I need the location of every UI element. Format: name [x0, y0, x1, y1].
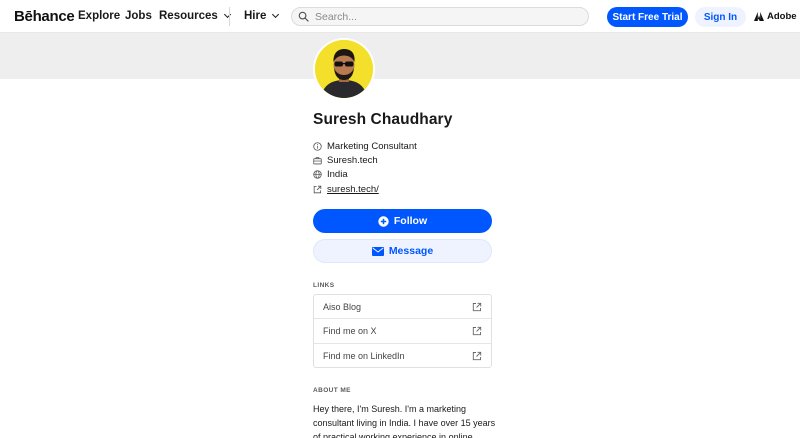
link-label: Find me on X [323, 325, 377, 336]
link-aiso-blog[interactable]: Aiso Blog [314, 295, 491, 320]
nav-resources[interactable]: Resources [159, 10, 231, 22]
follow-button[interactable]: Follow [313, 209, 492, 233]
external-link-icon [472, 351, 482, 360]
nav-explore-label: Explore [78, 10, 121, 22]
links-list: Aiso Blog Find me on X Find me on Linked… [313, 294, 492, 368]
top-navbar: Bēhance Explore Jobs Resources Hire Star… [0, 0, 800, 33]
website-link[interactable]: suresh.tech/ [327, 184, 379, 195]
adobe-link[interactable]: Adobe [754, 11, 797, 22]
location-row: India [313, 169, 348, 180]
about-text: Hey there, I'm Suresh. I'm a marketing c… [313, 404, 496, 438]
occupation-text: Marketing Consultant [327, 141, 417, 152]
external-link-icon [313, 185, 322, 194]
website-row: suresh.tech/ [313, 184, 379, 195]
message-button[interactable]: Message [313, 239, 492, 263]
avatar-image [315, 40, 373, 98]
location-text: India [327, 169, 348, 180]
nav-jobs[interactable]: Jobs [125, 10, 152, 22]
globe-icon [313, 170, 322, 179]
info-icon [313, 142, 322, 151]
adobe-logo-icon [754, 12, 764, 21]
profile-name: Suresh Chaudhary [313, 111, 453, 128]
company-text: Suresh.tech [327, 155, 378, 166]
link-label: Find me on LinkedIn [323, 350, 405, 361]
briefcase-icon [313, 157, 322, 165]
sign-in-button[interactable]: Sign In [695, 7, 746, 27]
nav-explore[interactable]: Explore [78, 10, 120, 22]
behance-logo[interactable]: Bēhance [14, 8, 75, 25]
external-link-icon [472, 302, 482, 311]
link-label: Aiso Blog [323, 301, 362, 312]
nav-resources-label: Resources [159, 10, 218, 22]
link-find-me-on-linkedin[interactable]: Find me on LinkedIn [314, 344, 491, 368]
company-row: Suresh.tech [313, 155, 378, 166]
nav-jobs-label: Jobs [125, 10, 152, 22]
links-heading: LINKS [313, 282, 335, 289]
envelope-icon [371, 246, 384, 256]
start-free-trial-button[interactable]: Start Free Trial [607, 7, 688, 27]
occupation-row: Marketing Consultant [313, 141, 417, 152]
about-heading: ABOUT ME [313, 387, 351, 394]
search-input[interactable] [315, 10, 575, 23]
link-find-me-on-x[interactable]: Find me on X [314, 319, 491, 344]
avatar[interactable] [313, 38, 375, 100]
search-icon [298, 11, 309, 22]
adobe-label: Adobe [767, 11, 797, 22]
message-label: Message [388, 245, 434, 257]
follow-label: Follow [393, 215, 428, 227]
nav-divider [229, 7, 230, 26]
plus-circle-icon [378, 215, 389, 227]
nav-hire-label: Hire [244, 10, 267, 22]
profile-banner [0, 33, 800, 79]
person-portrait-icon [315, 40, 373, 98]
external-link-icon [472, 326, 482, 336]
nav-hire[interactable]: Hire [244, 10, 280, 22]
chevron-down-icon [272, 10, 280, 19]
search-bar[interactable] [291, 7, 589, 26]
